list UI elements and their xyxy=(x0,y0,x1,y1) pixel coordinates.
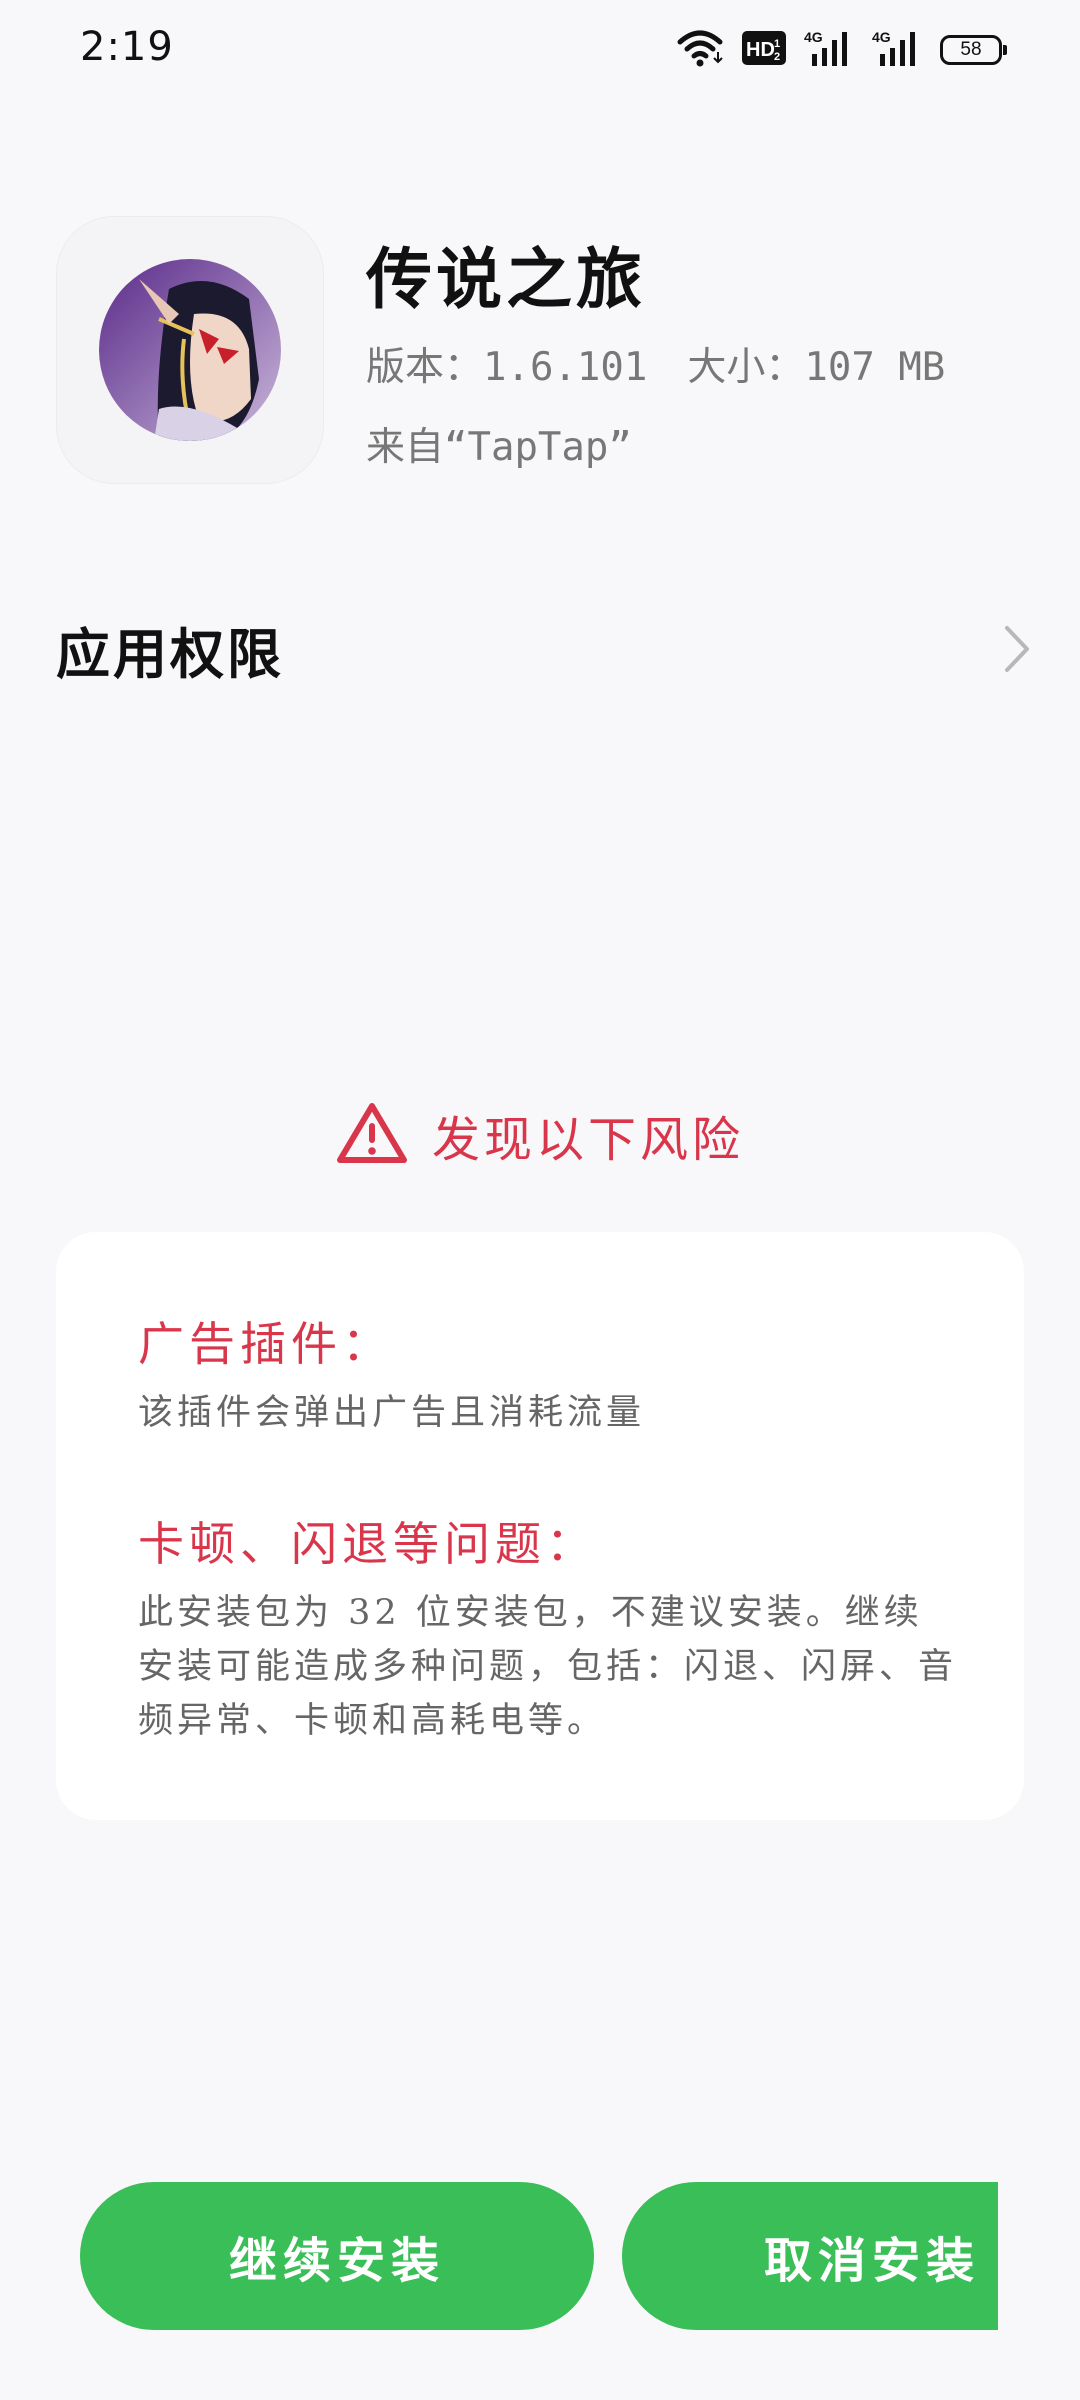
status-icons: HD 1 2 4G 4G 58 xyxy=(676,28,1007,72)
svg-text:2: 2 xyxy=(774,51,780,63)
wifi-icon xyxy=(676,28,724,72)
cancel-install-button[interactable]: 取消安装 xyxy=(622,2182,998,2330)
chevron-right-icon xyxy=(996,619,1036,679)
app-meta-version-size: 版本：1.6.101 大小：107 MB xyxy=(366,336,945,392)
app-source: 来自“TapTap” xyxy=(366,425,632,470)
app-icon xyxy=(56,216,324,484)
hd-icon: HD 1 2 xyxy=(742,31,786,69)
app-avatar-icon xyxy=(99,259,281,441)
signal-4g-icon: 4G xyxy=(804,28,854,72)
risk-item-description: 此安装包为 32 位安装包，不建议安装。继续安装可能造成多种问题，包括：闪退、闪… xyxy=(138,1593,958,1741)
risk-item-title: 卡顿、闪退等问题： xyxy=(138,1517,597,1571)
svg-text:1: 1 xyxy=(774,38,780,50)
signal-4g-icon-2: 4G xyxy=(872,28,922,72)
warning-icon xyxy=(336,1101,408,1169)
risk-title: 发现以下风险 xyxy=(431,1112,744,1168)
risk-item: 广告插件： 该插件会弹出广告且消耗流量 xyxy=(138,1308,958,1440)
permissions-label: 应用权限 xyxy=(56,621,284,686)
risk-item-description: 该插件会弹出广告且消耗流量 xyxy=(138,1393,646,1433)
battery-level: 58 xyxy=(960,39,982,60)
continue-install-button[interactable]: 继续安装 xyxy=(80,2182,594,2330)
status-bar: 2:19 HD 1 2 4G 4G 58 xyxy=(0,0,1080,100)
version-label: 版本： xyxy=(366,345,484,390)
risk-item: 卡顿、闪退等问题： 此安装包为 32 位安装包，不建议安装。继续安装可能造成多种… xyxy=(138,1508,958,1748)
hd-badge-text: HD xyxy=(746,39,775,61)
battery-icon: 58 xyxy=(940,35,1007,65)
size-label: 大小： xyxy=(687,345,805,390)
network-label-2: 4G xyxy=(872,29,891,45)
version-value: 1.6.101 xyxy=(483,345,648,390)
app-name: 传说之旅 xyxy=(366,240,646,318)
risk-item-title: 广告插件： xyxy=(138,1317,393,1371)
permissions-row[interactable]: 应用权限 xyxy=(56,604,1036,694)
network-label-1: 4G xyxy=(804,29,823,45)
size-value: 107 MB xyxy=(804,345,946,390)
risk-heading: 发现以下风险 xyxy=(0,1100,1080,1170)
risk-card: 广告插件： 该插件会弹出广告且消耗流量 卡顿、闪退等问题： 此安装包为 32 位… xyxy=(56,1232,1024,1820)
status-time: 2:19 xyxy=(80,24,174,70)
